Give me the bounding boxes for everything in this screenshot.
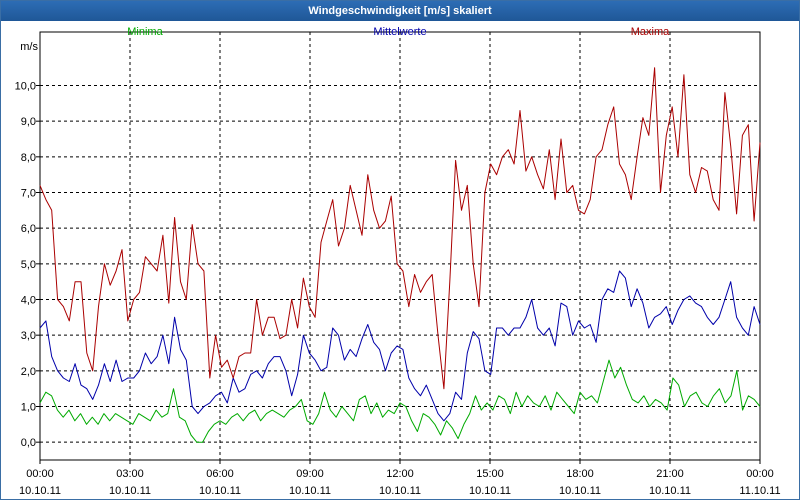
x-tick-date-label: 10.10.11	[469, 485, 511, 497]
x-tick-time-label: 00:00	[746, 468, 774, 480]
x-tick-date-label: 10.10.11	[289, 485, 331, 497]
y-tick-label: 3,0	[21, 330, 36, 342]
x-tick-time-label: 06:00	[206, 468, 234, 480]
x-tick-date-label: 11.10.11	[739, 485, 780, 497]
y-tick-label: 1,0	[21, 402, 36, 414]
x-tick-date-label: 10.10.11	[649, 485, 691, 497]
x-tick-time-label: 03:00	[116, 468, 144, 480]
y-axis-unit-label: m/s	[20, 41, 38, 53]
legend-entry-mittelwerte: Mittelwerte	[373, 26, 426, 38]
legend-entry-minima: Minima	[127, 26, 163, 38]
y-tick-label: 4,0	[21, 295, 36, 307]
x-tick-date-label: 10.10.11	[109, 485, 151, 497]
y-tick-label: 5,0	[21, 259, 36, 271]
x-tick-date-label: 10.10.11	[559, 485, 601, 497]
x-tick-time-label: 15:00	[476, 468, 504, 480]
legend-entry-maxima: Maxima	[631, 26, 670, 38]
wind-speed-chart: 0,0 1,0 2,0 3,0 4,0 5,0 6,0 7,0 8,0 9,0 10,0 00:00…	[15, 26, 781, 497]
x-tick-time-label: 00:00	[26, 468, 54, 480]
x-tick-time-label: 21:00	[656, 468, 684, 480]
y-tick-label: 0,0	[21, 437, 36, 449]
x-axis-ticks: 00:00 10.10.11 03:00 10.10.11 06:00 10.10.11 0…	[19, 460, 781, 497]
y-tick-label: 10,0	[15, 81, 36, 93]
y-tick-label: 7,0	[21, 188, 36, 200]
x-tick-time-label: 09:00	[296, 468, 324, 480]
x-tick-time-label: 18:00	[566, 468, 594, 480]
y-tick-label: 9,0	[21, 116, 36, 128]
y-tick-label: 8,0	[21, 152, 36, 164]
x-tick-time-label: 12:00	[386, 468, 414, 480]
y-tick-label: 6,0	[21, 223, 36, 235]
y-tick-label: 2,0	[21, 366, 36, 378]
y-axis-ticks: 0,0 1,0 2,0 3,0 4,0 5,0 6,0 7,0 8,0 9,0 10,0	[15, 81, 40, 449]
x-tick-date-label: 10.10.11	[199, 485, 241, 497]
x-tick-date-label: 10.10.11	[19, 485, 61, 497]
x-tick-date-label: 10.10.11	[379, 485, 421, 497]
